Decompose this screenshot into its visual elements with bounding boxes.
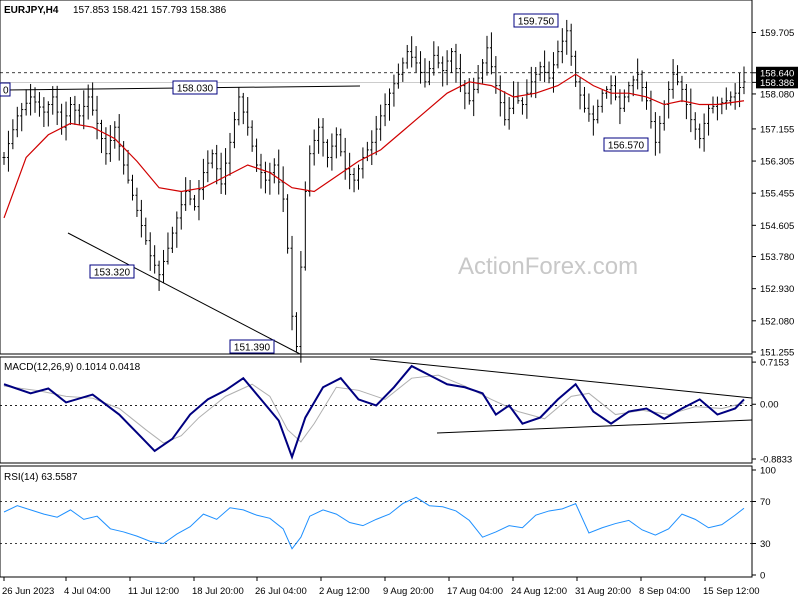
watermark: ActionForex.com	[458, 253, 638, 280]
x-tick-label: 8 Sep 04:00	[639, 586, 690, 597]
svg-text:159.750: 159.750	[518, 17, 555, 28]
price-y-tick-label: 157.155	[760, 124, 794, 135]
annotation-swing-low: 156.570	[603, 137, 649, 152]
svg-text:151.390: 151.390	[234, 343, 271, 354]
price-header: EURJPY,H4 157.853 158.421 157.793 158.38…	[4, 5, 227, 16]
x-tick-label: 31 Aug 20:00	[575, 586, 631, 597]
chart-canvas: ActionForex.com 159.750 158.030 156.570	[0, 0, 800, 600]
rsi-y-tick-label: 70	[760, 497, 771, 508]
x-tick-label: 2 Aug 12:00	[319, 586, 370, 597]
chart-background	[0, 0, 800, 600]
x-tick-label: 15 Sep 12:00	[703, 586, 760, 597]
annotation-left-cut: 0	[0, 82, 11, 97]
x-tick-label: 24 Aug 12:00	[511, 586, 567, 597]
price-level-box-label: 158.386	[760, 78, 794, 89]
macd-y-tick-label: 0.00	[760, 400, 779, 411]
x-tick-label: 4 Jul 04:00	[64, 586, 110, 597]
x-tick-label: 9 Aug 20:00	[383, 586, 434, 597]
price-y-tick-label: 159.705	[760, 28, 794, 39]
ohlc-high: 158.421	[112, 5, 149, 16]
svg-text:153.320: 153.320	[94, 268, 131, 279]
macd-title: MACD(12,26,9) 0.1014 0.0418	[4, 362, 141, 373]
price-level-box: 158.386	[756, 76, 798, 89]
macd-y-tick-label: 0.7153	[760, 358, 789, 369]
x-tick-label: 26 Jun 2023	[2, 586, 54, 597]
price-y-tick-label: 155.455	[760, 189, 794, 200]
x-tick-label: 26 Jul 04:00	[255, 586, 307, 597]
svg-text:156.570: 156.570	[608, 141, 645, 152]
annotation-resistance: 158.030	[172, 80, 218, 95]
svg-text:0: 0	[3, 86, 9, 97]
rsi-y-tick-label: 100	[760, 466, 776, 477]
svg-text:158.030: 158.030	[177, 84, 214, 95]
annotation-high: 159.750	[513, 13, 559, 28]
x-tick-label: 17 Aug 04:00	[447, 586, 503, 597]
price-y-tick-label: 152.080	[760, 316, 794, 327]
ohlc-low: 157.793	[151, 5, 188, 16]
price-y-tick-label: 158.080	[760, 89, 794, 100]
ohlc-open: 157.853	[73, 5, 110, 16]
price-y-tick-label: 154.605	[760, 221, 794, 232]
price-y-tick-label: 152.930	[760, 284, 794, 295]
rsi-y-tick-label: 30	[760, 539, 771, 550]
x-tick-label: 18 Jul 20:00	[192, 586, 244, 597]
rsi-y-tick-label: 0	[760, 571, 765, 582]
symbol-header: EURJPY,H4	[4, 5, 59, 16]
ohlc-close: 158.386	[190, 5, 227, 16]
annotation-low-2: 151.390	[229, 339, 275, 354]
rsi-title: RSI(14) 63.5587	[4, 472, 78, 483]
price-y-tick-label: 156.305	[760, 157, 794, 168]
annotation-low-1: 153.320	[89, 264, 135, 279]
price-y-tick-label: 153.780	[760, 252, 794, 263]
macd-y-tick-label: -0.8833	[760, 454, 792, 465]
x-tick-label: 11 Jul 12:00	[128, 586, 179, 597]
